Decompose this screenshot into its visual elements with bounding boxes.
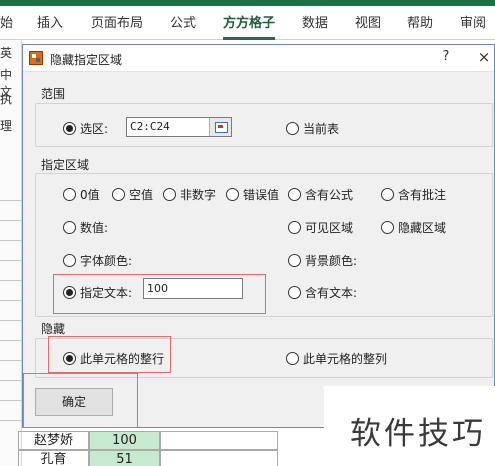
radio-unselected-icon xyxy=(163,188,176,201)
radio-unselected-icon xyxy=(226,188,239,201)
sheet-gridlines xyxy=(0,40,22,466)
radio-unselected-icon xyxy=(288,254,301,267)
table-cell[interactable] xyxy=(160,431,278,450)
radio-hidden[interactable]: 隐藏区域 xyxy=(381,219,446,236)
tab-data[interactable]: 数据 xyxy=(302,12,328,31)
radio-zero[interactable]: 0值 xyxy=(63,186,100,203)
radio-contains-text[interactable]: 含有文本: xyxy=(288,284,357,301)
radio-blank-label: 空值 xyxy=(129,188,154,202)
radio-unselected-icon xyxy=(63,188,76,201)
radio-selected-icon xyxy=(63,122,76,135)
radio-blank[interactable]: 空值 xyxy=(112,186,153,203)
radio-entire-column[interactable]: 此单元格的整列 xyxy=(286,350,387,367)
radio-unselected-icon xyxy=(63,254,76,267)
radio-non-numeric-label: 非数字 xyxy=(180,188,217,202)
sheet-visible-rows: 赵梦娇 100 孔育 51 xyxy=(18,428,278,466)
range-group-label: 范围 xyxy=(41,87,66,101)
radio-unselected-icon xyxy=(381,221,394,234)
screen: 始 插入 页面布局 公式 方方格子 数据 视图 帮助 审阅 英 中文 执 理 赵… xyxy=(0,0,495,466)
tab-help[interactable]: 帮助 xyxy=(407,12,433,31)
radio-error[interactable]: 错误值 xyxy=(226,186,279,203)
radio-current-sheet-label: 当前表 xyxy=(303,122,340,136)
radio-unselected-icon xyxy=(288,221,301,234)
table-cell[interactable]: 赵梦娇 xyxy=(18,431,89,450)
hide-area-dialog: 隐藏指定区域 ? × 范围 选区: C2:C24 当前表 指定区域 0值 空值 xyxy=(22,44,495,428)
table-cell[interactable]: 100 xyxy=(89,431,160,450)
radio-zero-label: 0值 xyxy=(80,188,100,202)
radio-unselected-icon xyxy=(286,122,299,135)
table-cell[interactable] xyxy=(160,450,278,466)
tab-insert[interactable]: 插入 xyxy=(37,12,63,31)
radio-unselected-icon xyxy=(381,188,394,201)
tab-view[interactable]: 视图 xyxy=(355,12,381,31)
radio-visible[interactable]: 可见区域 xyxy=(288,219,353,236)
area-group-label: 指定区域 xyxy=(41,158,90,172)
radio-unselected-icon xyxy=(288,188,301,201)
radio-bg-color[interactable]: 背景颜色: xyxy=(288,252,357,269)
highlight-box xyxy=(23,373,138,428)
hide-group-label: 隐藏 xyxy=(41,322,66,336)
tab-review[interactable]: 审阅 xyxy=(460,12,486,31)
dialog-titlebar[interactable]: 隐藏指定区域 ? × xyxy=(23,45,494,72)
radio-font-color[interactable]: 字体颜色: xyxy=(63,252,132,269)
radio-unselected-icon xyxy=(63,221,76,234)
tab-page-layout[interactable]: 页面布局 xyxy=(91,12,143,31)
radio-bg-color-label: 背景颜色: xyxy=(305,254,358,268)
radio-formula-label: 含有公式 xyxy=(305,188,354,202)
radio-font-color-label: 字体颜色: xyxy=(80,254,133,268)
highlight-box xyxy=(53,274,266,314)
range-picker-icon[interactable] xyxy=(209,118,231,136)
radio-unselected-icon xyxy=(112,188,125,201)
radio-selection-label: 选区: xyxy=(80,122,109,136)
close-button[interactable]: × xyxy=(475,48,493,66)
radio-error-label: 错误值 xyxy=(243,188,280,202)
tab-start[interactable]: 始 xyxy=(0,12,13,31)
tab-fangfang[interactable]: 方方格子 xyxy=(223,12,276,40)
watermark-text: 软件技巧 xyxy=(350,416,486,452)
table-cell[interactable]: 51 xyxy=(89,450,160,466)
highlight-box xyxy=(48,336,171,373)
radio-contains-text-label: 含有文本: xyxy=(305,286,358,300)
radio-formula[interactable]: 含有公式 xyxy=(288,186,353,203)
radio-visible-label: 可见区域 xyxy=(305,221,354,235)
tab-formulas[interactable]: 公式 xyxy=(170,12,196,31)
radio-current-sheet[interactable]: 当前表 xyxy=(286,120,339,137)
radio-numeric[interactable]: 数值: xyxy=(63,219,108,236)
radio-entire-column-label: 此单元格的整列 xyxy=(303,352,388,366)
dialog-title: 隐藏指定区域 xyxy=(50,53,123,67)
ribbon-tabs: 始 插入 页面布局 公式 方方格子 数据 视图 帮助 审阅 xyxy=(0,0,495,40)
radio-unselected-icon xyxy=(286,352,299,365)
radio-hidden-label: 隐藏区域 xyxy=(398,221,447,235)
radio-comment[interactable]: 含有批注 xyxy=(381,186,446,203)
watermark: 软件技巧 xyxy=(324,386,495,466)
radio-numeric-label: 数值: xyxy=(80,221,109,235)
radio-comment-label: 含有批注 xyxy=(398,188,447,202)
help-button[interactable]: ? xyxy=(438,49,454,67)
radio-selection[interactable]: 选区: xyxy=(63,120,108,137)
radio-unselected-icon xyxy=(288,286,301,299)
table-cell[interactable]: 孔育 xyxy=(18,450,89,466)
radio-non-numeric[interactable]: 非数字 xyxy=(163,186,216,203)
app-icon xyxy=(29,51,43,65)
